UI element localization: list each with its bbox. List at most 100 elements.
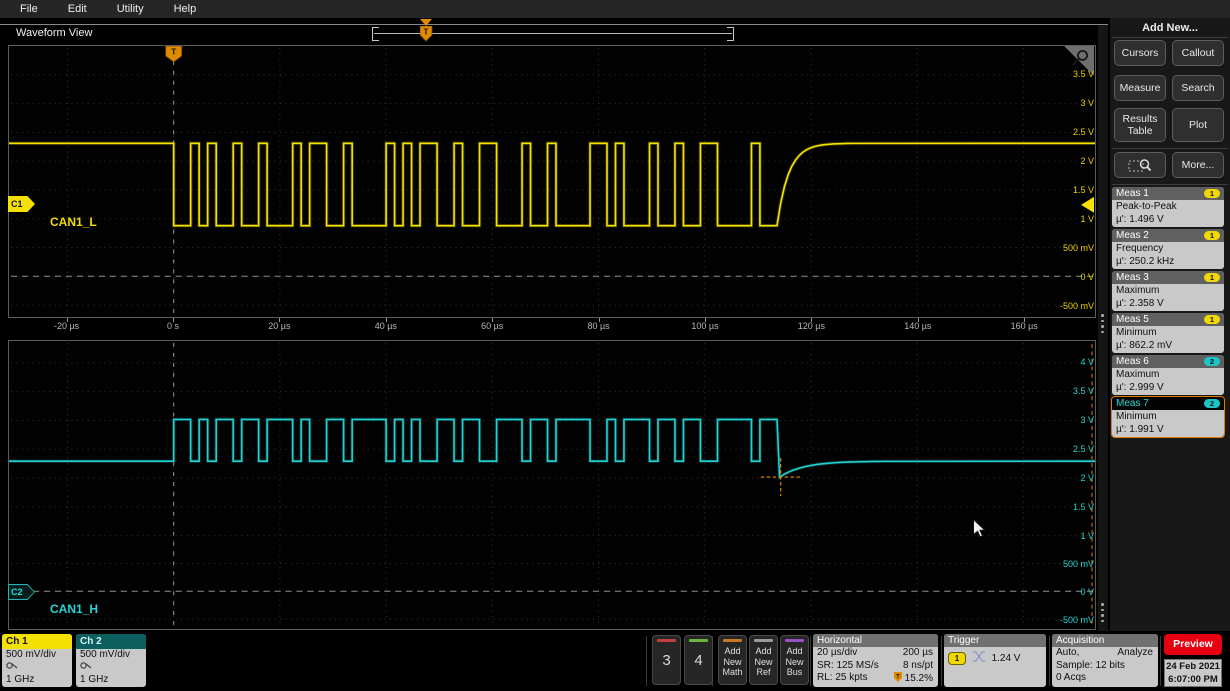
add-new-math-button[interactable]: Add New Math (718, 635, 747, 685)
ch2-reference-marker[interactable]: C2 (8, 584, 35, 600)
ch1-axis-label: 3.5 V (1072, 69, 1094, 79)
button-color-stripe (754, 639, 773, 642)
channel-button-label: 4 (694, 652, 703, 669)
button-label: Add New Math (722, 646, 743, 677)
meas-value: µ': 2.358 V (1116, 297, 1164, 309)
ch1-waveform (9, 142, 1095, 227)
probe-icon (6, 662, 18, 669)
ch2-axis-label: 4 V (1080, 357, 1094, 367)
meas-card-1[interactable]: Meas 1 1 Peak-to-Peak µ': 1.496 V (1112, 187, 1224, 227)
time-axis-label: 140 µs (904, 321, 932, 331)
meas-label: Minimum (1116, 327, 1157, 338)
meas-source-badge: 2 (1204, 357, 1220, 366)
ch1-axis-label: 2.5 V (1072, 127, 1094, 137)
trigger-position-icon: T (893, 672, 902, 683)
ch1-badge[interactable]: Ch 1 500 mV/div 1 GHz (2, 634, 72, 687)
meas-card-6[interactable]: Meas 7 2 Minimum µ': 1.991 V (1111, 396, 1225, 438)
trigger-flag-icon[interactable]: T (420, 26, 433, 42)
graticule-ch1[interactable]: T (8, 45, 1096, 318)
record-view-right-bracket (727, 27, 734, 41)
meas-card-body: Peak-to-Peak µ': 1.496 V (1112, 200, 1224, 226)
add-new-ref-button[interactable]: Add New Ref (749, 635, 778, 685)
menu-item-file[interactable]: File (20, 3, 38, 15)
ch1-reference-marker[interactable]: C1 (8, 196, 35, 212)
waveform-view-title: Waveform View (16, 27, 93, 39)
ch1-axis-label: 1.5 V (1072, 185, 1094, 195)
horizontal-badge[interactable]: Horizontal 20 µs/div 200 µs SR: 125 MS/s… (813, 634, 938, 687)
more-button[interactable]: More... (1172, 152, 1224, 178)
channel-display-button-3[interactable]: 3 (652, 635, 681, 685)
channel-color-stripe (689, 639, 708, 642)
probe-icon (80, 662, 92, 669)
meas-card-body: Maximum µ': 2.358 V (1112, 284, 1224, 310)
add-new-title: Add New... (1142, 22, 1198, 34)
graticule-trigger-flag-icon[interactable]: T (165, 46, 183, 63)
meas-value: µ': 1.496 V (1116, 213, 1164, 225)
meas-label: Minimum (1116, 411, 1157, 422)
splitter-handle-icon[interactable] (1101, 603, 1104, 622)
meas-source-badge: 1 (1204, 315, 1220, 324)
preview-button[interactable]: Preview (1164, 634, 1222, 655)
trigger-position-triangle-icon[interactable] (420, 19, 432, 26)
horizontal-resolution: 8 ns/pt (902, 659, 933, 671)
ch2-badge-title: Ch 2 (76, 634, 146, 649)
ch2-axis-label: 2.5 V (1072, 444, 1094, 454)
time-axis-label: 40 µs (374, 321, 397, 331)
add-new-button-search[interactable]: Search (1172, 75, 1224, 101)
add-new-button-callout[interactable]: Callout (1172, 40, 1224, 66)
meas-label: Maximum (1116, 369, 1160, 380)
meas-card-2[interactable]: Meas 2 1 Frequency µ': 250.2 kHz (1112, 229, 1224, 269)
menu-item-utility[interactable]: Utility (117, 3, 144, 15)
meas-value: µ': 1.991 V (1116, 423, 1164, 435)
add-new-button-results-table[interactable]: Results Table (1114, 108, 1166, 142)
time-axis-label: 0 s (166, 321, 179, 331)
ch2-axis-label: 1 V (1080, 531, 1094, 541)
channel-display-button-4[interactable]: 4 (684, 635, 713, 685)
graticule-ch2[interactable] (8, 340, 1096, 630)
ch2-axis-label: 3.5 V (1072, 386, 1094, 396)
meas-card-body: Frequency µ': 250.2 kHz (1112, 242, 1224, 268)
add-new-button-plot[interactable]: Plot (1172, 108, 1224, 142)
acquisition-badge[interactable]: Acquisition Auto, Analyze Sample: 12 bit… (1052, 634, 1158, 687)
meas-value: µ': 862.2 mV (1116, 339, 1173, 351)
trigger-title: Trigger (944, 634, 1046, 647)
meas-card-title: Meas 11 (1112, 187, 1224, 200)
ch2-badge[interactable]: Ch 2 500 mV/div 1 GHz (76, 634, 146, 687)
acquisition-acqs: 0 Acqs (1056, 672, 1087, 684)
meas-card-body: Maximum µ': 2.999 V (1112, 368, 1224, 394)
meas-source-badge: 1 (1204, 231, 1220, 240)
meas-value: µ': 2.999 V (1116, 381, 1164, 393)
meas-card-4[interactable]: Meas 5 1 Minimum µ': 862.2 mV (1112, 313, 1224, 353)
trigger-flag-label: T (424, 28, 429, 37)
bus-label-can1-l[interactable]: CAN1_L (50, 215, 97, 229)
horizontal-record-length: RL: 25 kpts (817, 672, 868, 684)
ch1-axis-label: 500 mV (1062, 243, 1094, 253)
panel-border (0, 24, 1108, 25)
zoom-mode-button[interactable] (1114, 152, 1166, 178)
menu-item-help[interactable]: Help (174, 3, 197, 15)
ch1-bandwidth: 1 GHz (6, 674, 35, 685)
splitter-handle-icon[interactable] (1101, 314, 1104, 333)
meas-source-badge: 2 (1204, 399, 1220, 408)
ch2-axis-label: 2 V (1080, 473, 1094, 483)
meas-card-3[interactable]: Meas 3 1 Maximum µ': 2.358 V (1112, 271, 1224, 311)
ch1-axis-label: 0 V (1080, 272, 1094, 282)
add-new-bus-button[interactable]: Add New Bus (780, 635, 809, 685)
panel-splitter[interactable] (1098, 25, 1108, 631)
meas-card-5[interactable]: Meas 6 2 Maximum µ': 2.999 V (1112, 355, 1224, 395)
time-axis-label: -20 µs (53, 321, 80, 331)
add-new-button-measure[interactable]: Measure (1114, 75, 1166, 101)
bus-label-can1-h[interactable]: CAN1_H (50, 602, 98, 616)
svg-text:T: T (896, 675, 900, 681)
time-axis-label: 80 µs (587, 321, 610, 331)
meas-value: µ': 250.2 kHz (1116, 255, 1175, 267)
trigger-badge[interactable]: Trigger 1 1.24 V (944, 634, 1046, 687)
ch1-axis-label: 3 V (1080, 98, 1094, 108)
add-new-button-cursors[interactable]: Cursors (1114, 40, 1166, 66)
channel-color-stripe (657, 639, 676, 642)
ch2-axis-label: 500 mV (1062, 559, 1094, 569)
time-axis-label: 60 µs (481, 321, 504, 331)
menu-item-edit[interactable]: Edit (68, 3, 87, 15)
time-text: 6:07:00 PM (1168, 674, 1218, 685)
meas-card-title: Meas 51 (1112, 313, 1224, 326)
